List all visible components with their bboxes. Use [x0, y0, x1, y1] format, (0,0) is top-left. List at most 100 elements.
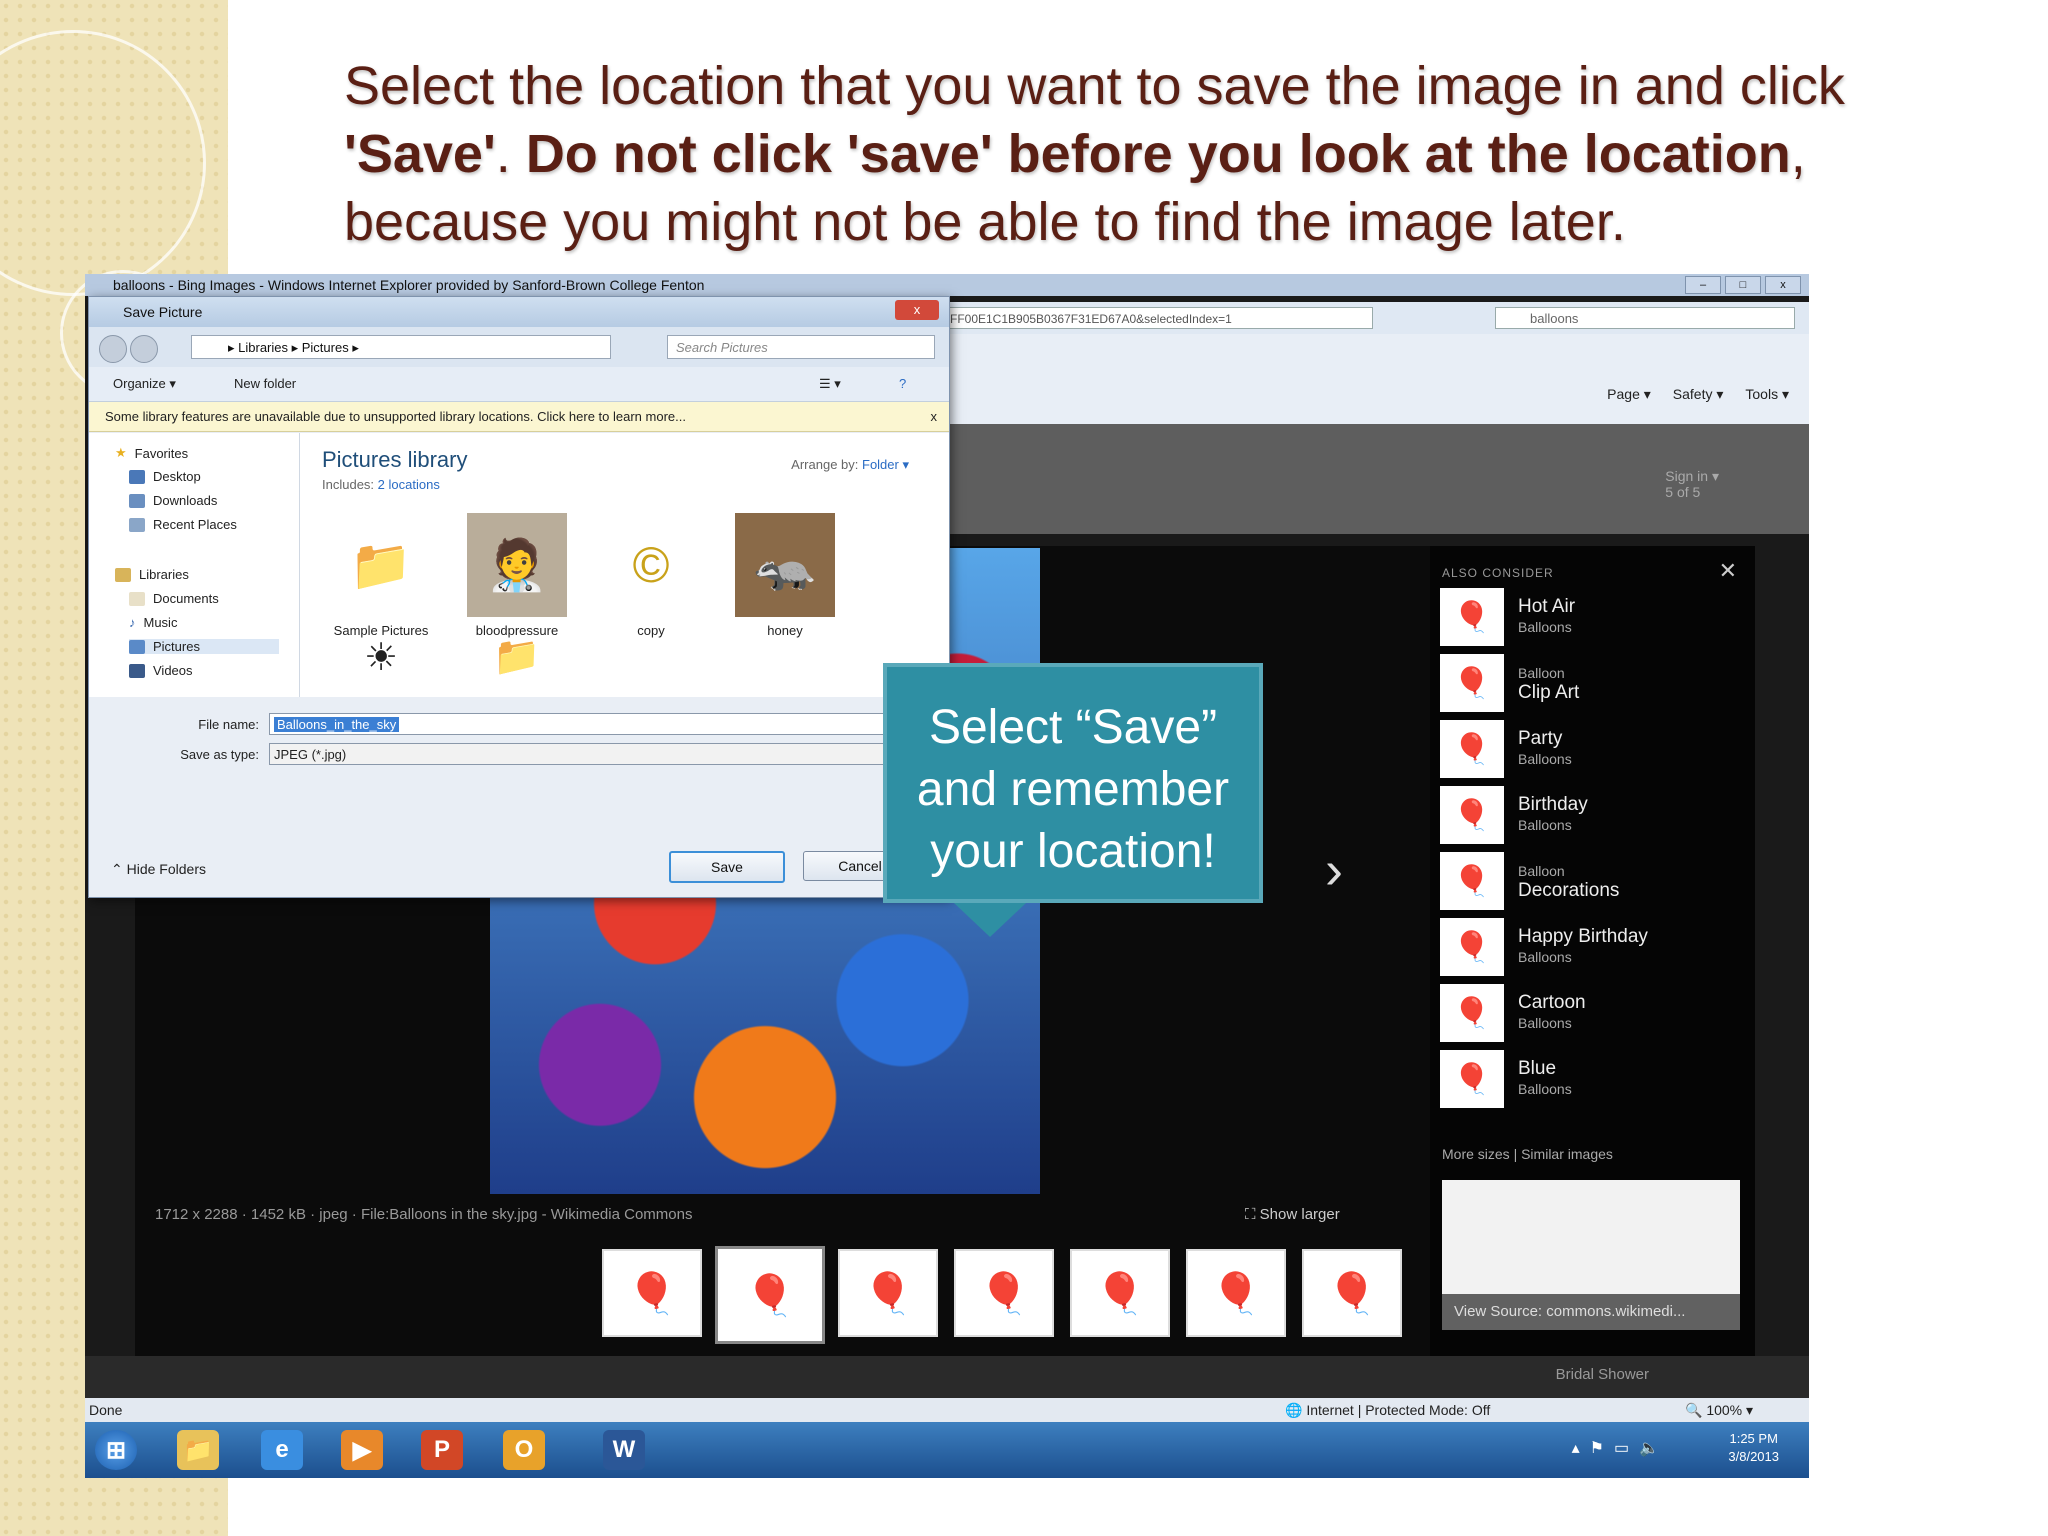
balloon-icon: 🎈	[1440, 984, 1504, 1042]
related-item[interactable]: 🎈 Birthday Balloons	[1440, 786, 1588, 844]
image-metadata: 1712 x 2288 · 1452 kB · jpeg · File:Ball…	[155, 1206, 693, 1223]
nav-favorites[interactable]: ★ Favorites	[115, 445, 188, 461]
info-bar[interactable]: Some library features are unavailable du…	[89, 402, 949, 432]
sun-icon: ☀	[363, 636, 399, 679]
balloon-icon: 🎈	[1440, 588, 1504, 646]
save-type-select[interactable]: JPEG (*.jpg)	[269, 743, 889, 765]
nav-recent-places[interactable]: Recent Places	[129, 517, 237, 532]
film-thumb[interactable]: 🎈	[602, 1249, 702, 1337]
organize-button[interactable]: Organize ▾	[113, 367, 176, 401]
locations-link[interactable]: 2 locations	[378, 477, 440, 492]
start-button-icon[interactable]: ⊞	[95, 1430, 137, 1470]
file-name-input[interactable]: Balloons_in_the_sky	[269, 713, 889, 735]
outlook-icon[interactable]: O	[503, 1430, 545, 1470]
view-options-icon[interactable]: ☰ ▾	[819, 367, 841, 401]
close-icon[interactable]: ✕	[1719, 558, 1737, 584]
nav-libraries[interactable]: Libraries	[115, 567, 189, 582]
photo-icon: 🦡	[735, 513, 835, 617]
pictures-icon	[129, 639, 145, 654]
related-item[interactable]: 🎈 Balloon Clip Art	[1440, 654, 1579, 712]
chevron-right-icon[interactable]: ›	[1325, 839, 1343, 901]
balloon-icon: 🎈	[1440, 654, 1504, 712]
ie-search-box[interactable]: balloons	[1495, 307, 1795, 329]
recent-places-icon	[129, 517, 145, 532]
related-item[interactable]: 🎈 Hot Air Balloons	[1440, 588, 1575, 646]
save-button[interactable]: Save	[669, 851, 785, 883]
close-icon[interactable]: x	[895, 300, 939, 320]
also-consider-panel: ALSO CONSIDER ✕ 🎈 Hot Air Balloons 🎈 Balloo…	[1430, 546, 1755, 1356]
save-picture-dialog: Save Picture x ▸ Libraries ▸ Pictures ▸ …	[88, 296, 950, 898]
film-thumb[interactable]: 🎈	[1186, 1249, 1286, 1337]
film-thumb[interactable]: 🎈	[838, 1249, 938, 1337]
tools-menu[interactable]: Tools ▾	[1745, 386, 1789, 403]
dialog-toolbar: Organize ▾ New folder ☰ ▾ ?	[89, 367, 949, 402]
copyright-icon: ©	[632, 537, 670, 593]
slide-instruction: Select the location that you want to sav…	[344, 56, 1845, 252]
address-bar[interactable]: FF00E1C1B905B0367F31ED67A0&selectedIndex…	[943, 307, 1373, 329]
related-item[interactable]: 🎈 Blue Balloons	[1440, 1050, 1572, 1108]
more-sizes-link[interactable]: More sizes | Similar images	[1442, 1146, 1613, 1162]
nav-pictures[interactable]: Pictures	[129, 639, 279, 654]
safety-menu[interactable]: Safety ▾	[1673, 386, 1724, 403]
status-bar: Done 🌐 Internet | Protected Mode: Off 🔍 …	[85, 1398, 1809, 1422]
search-input[interactable]: Search Pictures	[667, 335, 935, 359]
system-tray[interactable]: ▴⚑▭🔈	[1572, 1438, 1669, 1458]
minimize-icon[interactable]: –	[1685, 276, 1721, 294]
folder-tile[interactable]: 📁	[462, 633, 572, 687]
folder-icon[interactable]: 📁	[177, 1430, 219, 1470]
ie-titlebar: balloons - Bing Images - Windows Interne…	[85, 274, 1809, 296]
back-icon[interactable]	[99, 335, 127, 363]
file-name-row: File name: Balloons_in_the_sky	[149, 713, 889, 735]
bottom-strip: Bridal Shower	[85, 1356, 1809, 1398]
documents-icon	[129, 591, 145, 606]
image-tile[interactable]: 🦡 honey	[730, 513, 840, 638]
hide-folders-button[interactable]: ⌃ Hide Folders	[111, 861, 206, 878]
music-icon: ♪	[129, 615, 136, 630]
balloon-icon: 🎈	[1440, 918, 1504, 976]
clock[interactable]: 1:25 PM 3/8/2013	[1728, 1430, 1779, 1466]
bing-header: Sign in ▾ 5 of 5	[935, 424, 1809, 534]
help-icon[interactable]: ?	[899, 367, 906, 401]
image-tile[interactable]: ☀	[326, 633, 436, 687]
related-item[interactable]: 🎈 Happy Birthday Balloons	[1440, 918, 1648, 976]
related-item[interactable]: 🎈 Balloon Decorations	[1440, 852, 1619, 910]
page-menu[interactable]: Page ▾	[1607, 386, 1651, 403]
panel-header: ALSO CONSIDER	[1442, 566, 1554, 580]
media-player-icon[interactable]: ▶	[341, 1430, 383, 1470]
close-icon[interactable]: x	[931, 402, 938, 432]
sign-in-link[interactable]: Sign in ▾ 5 of 5	[1665, 468, 1719, 500]
nav-desktop[interactable]: Desktop	[129, 469, 201, 484]
related-item[interactable]: 🎈 Cartoon Balloons	[1440, 984, 1586, 1042]
ie-address-row: FF00E1C1B905B0367F31ED67A0&selectedIndex…	[935, 302, 1809, 334]
nav-downloads[interactable]: Downloads	[129, 493, 217, 508]
film-thumb[interactable]: 🎈	[954, 1249, 1054, 1337]
balloon-icon: 🎈	[1440, 1050, 1504, 1108]
related-item[interactable]: 🎈 Party Balloons	[1440, 720, 1572, 778]
internet-explorer-icon[interactable]: e	[261, 1430, 303, 1470]
film-thumb-selected[interactable]: 🎈	[718, 1249, 822, 1341]
nav-videos[interactable]: Videos	[129, 663, 193, 678]
security-zone[interactable]: 🌐 Internet | Protected Mode: Off	[1285, 1398, 1490, 1422]
new-folder-button[interactable]: New folder	[234, 367, 296, 401]
star-icon: ★	[115, 445, 127, 460]
forward-icon[interactable]	[130, 335, 158, 363]
nav-documents[interactable]: Documents	[129, 591, 219, 606]
image-tile[interactable]: 🧑‍⚕️ bloodpressure	[462, 513, 572, 638]
word-icon[interactable]: W	[603, 1430, 645, 1470]
powerpoint-icon[interactable]: P	[421, 1430, 463, 1470]
folder-tile[interactable]: 📁 Sample Pictures	[326, 513, 436, 639]
view-source-link[interactable]: View Source: commons.wikimedi...	[1442, 1294, 1740, 1330]
close-icon[interactable]: x	[1765, 276, 1801, 294]
breadcrumb[interactable]: ▸ Libraries ▸ Pictures ▸	[191, 335, 611, 359]
source-preview[interactable]: View Source: commons.wikimedi...	[1442, 1180, 1740, 1330]
folder-icon: 📁	[349, 536, 413, 593]
maximize-icon[interactable]: □	[1725, 276, 1761, 294]
callout-pointer	[954, 903, 1026, 937]
film-thumb[interactable]: 🎈	[1302, 1249, 1402, 1337]
show-larger-link[interactable]: ⛶ Show larger	[1245, 1206, 1340, 1223]
arrange-by[interactable]: Arrange by: Folder ▾	[791, 457, 909, 473]
zoom-level[interactable]: 🔍 100% ▾	[1685, 1398, 1753, 1422]
film-thumb[interactable]: 🎈	[1070, 1249, 1170, 1337]
image-tile[interactable]: © copy	[596, 513, 706, 638]
nav-music[interactable]: ♪ Music	[129, 615, 177, 630]
